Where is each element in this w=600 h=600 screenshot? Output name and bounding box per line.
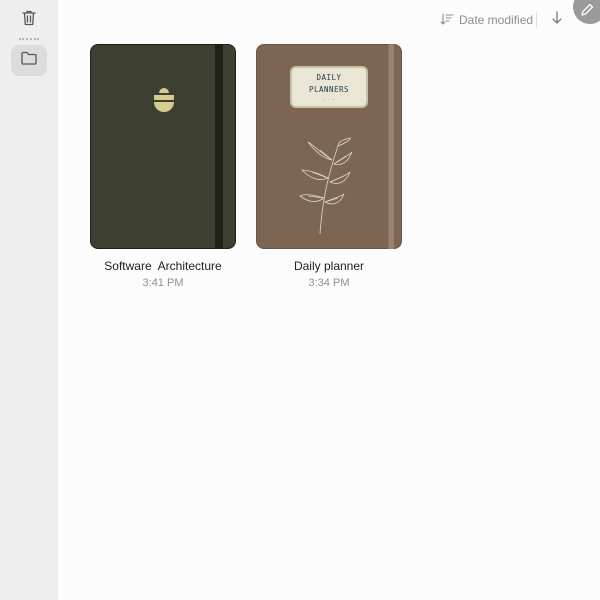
- notebook-title: Software Architecture: [104, 259, 222, 273]
- sidebar: [0, 0, 58, 600]
- elastic-strap: [215, 45, 223, 248]
- folder-button[interactable]: [11, 45, 47, 76]
- pencil-icon: [579, 0, 600, 23]
- toolbar: Date modified: [58, 0, 600, 40]
- cover-label-line1: DAILY: [316, 73, 342, 82]
- leaf-branch-icon: [298, 136, 358, 241]
- cover-label-scribble: — — —: [323, 97, 335, 101]
- sidebar-divider: [19, 38, 39, 40]
- trash-icon[interactable]: [17, 6, 41, 30]
- notebook-cover[interactable]: [90, 44, 236, 249]
- cover-label-line2: PLANNERS: [308, 85, 350, 94]
- sort-label: Date modified: [459, 13, 534, 27]
- notebook-cover[interactable]: DAILY PLANNERS — — —: [256, 44, 402, 249]
- notebook-card[interactable]: Software Architecture 3:41 PM: [90, 44, 236, 289]
- folder-icon: [20, 50, 38, 71]
- sort-direction-button[interactable]: [548, 10, 566, 30]
- sort-lines-icon: [440, 12, 454, 28]
- notebook-time: 3:41 PM: [142, 277, 184, 289]
- sort-button[interactable]: Date modified: [440, 11, 533, 29]
- cover-label: DAILY PLANNERS — — —: [290, 66, 368, 108]
- emblem-icon: [152, 85, 176, 120]
- arrow-down-icon: [551, 10, 563, 30]
- notebook-card[interactable]: DAILY PLANNERS — — — Daily planner 3:34 …: [256, 44, 402, 289]
- elastic-strap: [388, 44, 394, 249]
- toolbar-divider: [536, 12, 537, 28]
- notebook-title: Daily planner: [293, 259, 365, 273]
- notebook-time: 3:34 PM: [308, 277, 350, 289]
